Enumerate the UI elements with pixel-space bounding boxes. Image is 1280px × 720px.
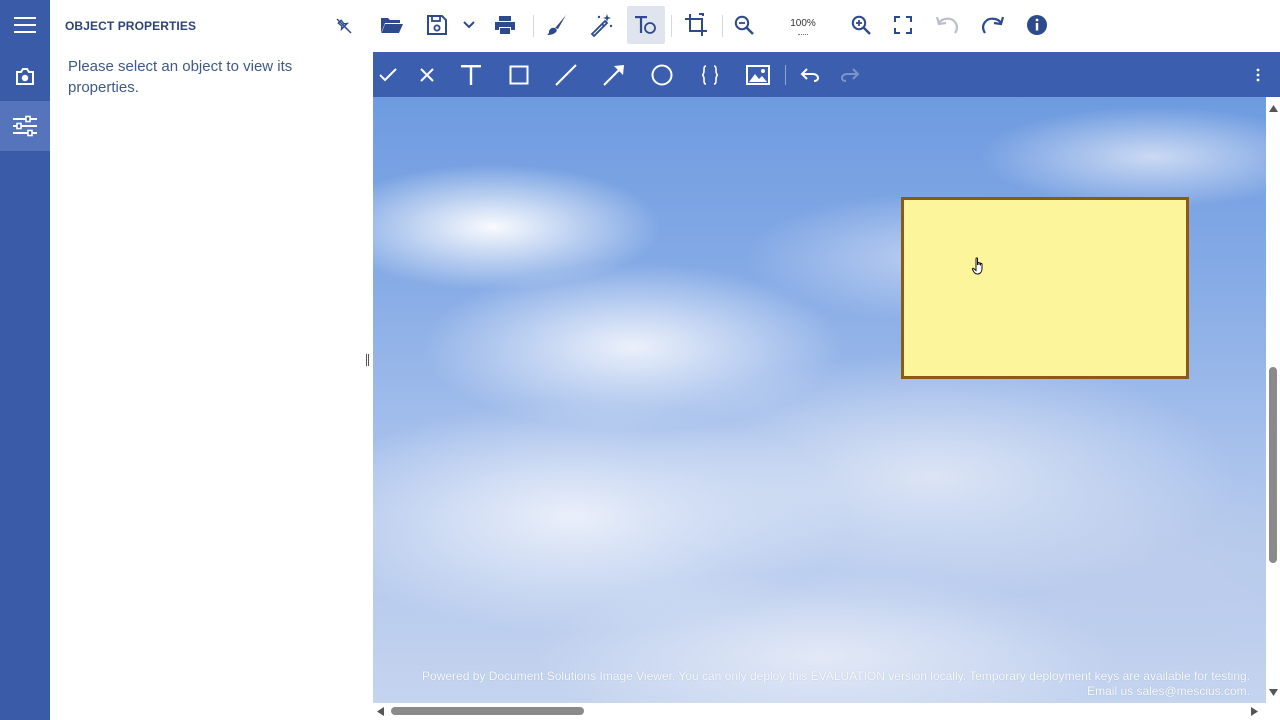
undo-icon	[936, 16, 958, 34]
check-icon	[379, 68, 397, 82]
rectangle-icon	[509, 65, 529, 85]
watermark-line-1: Powered by Document Solutions Image View…	[422, 669, 1250, 683]
toolbar-separator	[722, 15, 723, 37]
toolbar-separator	[671, 15, 672, 37]
rectangle-object[interactable]	[901, 197, 1189, 379]
evaluation-watermark: Powered by Document Solutions Image View…	[422, 669, 1250, 699]
zoom-dropdown-indicator	[798, 33, 808, 35]
add-rectangle-button[interactable]	[501, 57, 537, 93]
image-viewer-app: OBJECT PROPERTIES Please select an objec…	[0, 0, 1280, 720]
thumbnails-button[interactable]	[0, 52, 50, 102]
save-button[interactable]	[418, 6, 456, 44]
undo-button[interactable]	[929, 6, 967, 44]
horizontal-scrollbar[interactable]	[373, 703, 1266, 720]
add-arrow-button[interactable]	[596, 57, 632, 93]
panel-title: OBJECT PROPERTIES	[65, 19, 197, 33]
zoom-out-button[interactable]	[725, 6, 763, 44]
object-redo-button[interactable]	[832, 57, 868, 93]
scroll-up-button[interactable]	[1268, 103, 1278, 113]
camera-icon	[16, 68, 34, 85]
print-button[interactable]	[486, 6, 524, 44]
ellipse-icon	[651, 64, 673, 86]
triangle-up-icon	[1268, 104, 1278, 112]
redo-icon	[840, 68, 860, 82]
text-icon	[461, 65, 481, 85]
more-vertical-icon	[1256, 68, 1260, 82]
fit-to-window-button[interactable]	[884, 6, 922, 44]
vertical-scroll-thumb[interactable]	[1269, 367, 1277, 563]
hand-cursor-icon	[971, 257, 983, 275]
toolbar-separator	[785, 65, 786, 85]
scroll-right-button[interactable]	[1249, 706, 1259, 716]
no-selection-message: Please select an object to view its prop…	[68, 58, 293, 96]
left-sidebar	[0, 0, 50, 720]
triangle-left-icon	[376, 706, 384, 716]
print-icon	[495, 16, 515, 34]
scroll-left-button[interactable]	[375, 706, 385, 716]
horizontal-scroll-thumb[interactable]	[391, 707, 584, 715]
object-properties-panel: OBJECT PROPERTIES Please select an objec…	[50, 0, 373, 720]
more-options-button[interactable]	[1240, 57, 1276, 93]
about-button[interactable]	[1018, 6, 1056, 44]
close-icon	[420, 68, 434, 82]
effects-button[interactable]	[582, 6, 620, 44]
sliders-icon	[13, 115, 37, 137]
save-options-dropdown[interactable]	[453, 6, 485, 44]
add-brackets-button[interactable]	[692, 57, 728, 93]
zoom-out-icon	[734, 15, 754, 35]
object-tools-button[interactable]	[627, 6, 665, 44]
open-button[interactable]	[373, 6, 411, 44]
undo-icon	[800, 68, 820, 82]
object-properties-button[interactable]	[0, 101, 50, 151]
object-tools-toolbar	[373, 52, 1280, 97]
add-image-button[interactable]	[740, 57, 776, 93]
unpin-icon	[336, 18, 352, 34]
save-icon	[427, 15, 447, 35]
add-ellipse-button[interactable]	[644, 57, 680, 93]
info-icon	[1027, 15, 1047, 35]
add-line-button[interactable]	[548, 57, 584, 93]
panel-splitter[interactable]	[366, 354, 369, 366]
hamburger-menu-icon	[14, 17, 36, 33]
hamburger-menu-button[interactable]	[0, 0, 50, 50]
fullscreen-icon	[894, 16, 912, 34]
zoom-in-button[interactable]	[842, 6, 880, 44]
redo-button[interactable]	[973, 6, 1011, 44]
triangle-right-icon	[1250, 706, 1258, 716]
redo-icon	[982, 16, 1004, 34]
apply-button[interactable]	[370, 57, 406, 93]
arrow-icon	[603, 65, 624, 86]
vertical-scrollbar[interactable]	[1266, 97, 1280, 703]
brackets-icon	[701, 65, 719, 85]
watermark-line-2: Email us sales@mescius.com.	[1087, 684, 1250, 698]
object-undo-button[interactable]	[792, 57, 828, 93]
image-icon	[746, 65, 770, 85]
chevron-down-icon	[463, 21, 475, 29]
main-toolbar: 100%	[373, 0, 1280, 52]
unpin-panel-button[interactable]	[333, 15, 355, 37]
cancel-button[interactable]	[409, 57, 445, 93]
paint-tools-button[interactable]	[538, 6, 576, 44]
image-canvas[interactable]: Powered by Document Solutions Image View…	[373, 97, 1266, 703]
paint-brush-icon	[547, 15, 566, 35]
folder-open-icon	[381, 18, 403, 33]
text-object-icon	[635, 16, 656, 34]
crop-icon	[685, 13, 707, 36]
zoom-in-icon	[851, 15, 871, 35]
zoom-level[interactable]: 100%	[783, 18, 823, 29]
scroll-down-button[interactable]	[1268, 687, 1278, 697]
toolbar-separator	[533, 15, 534, 37]
magic-wand-icon	[590, 14, 613, 37]
triangle-down-icon	[1268, 688, 1278, 696]
add-text-button[interactable]	[453, 57, 489, 93]
line-icon	[555, 64, 577, 86]
crop-button[interactable]	[677, 6, 715, 44]
